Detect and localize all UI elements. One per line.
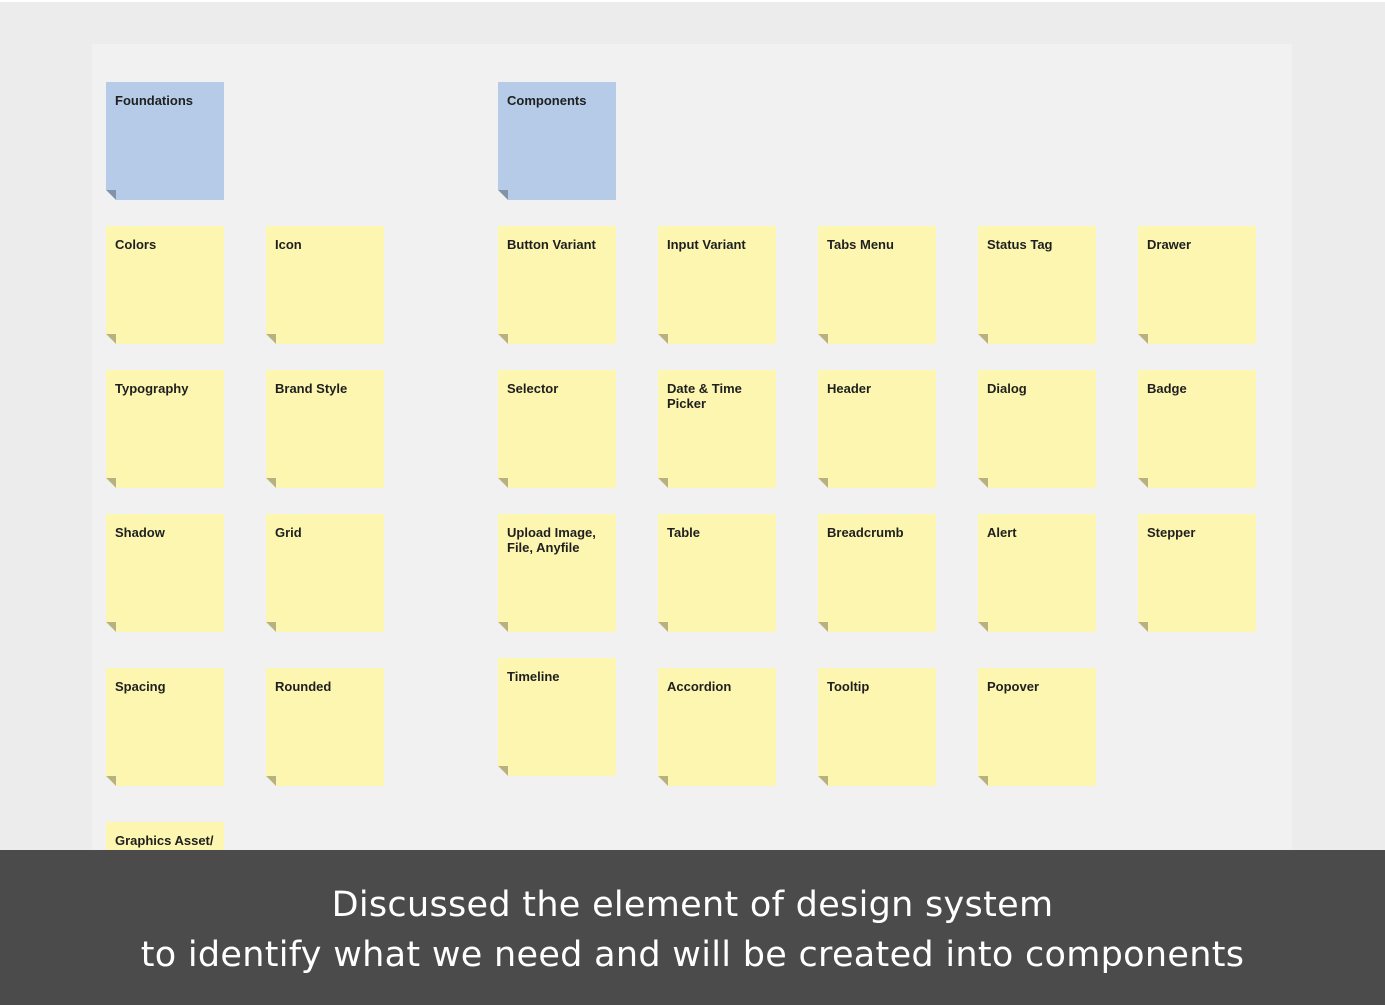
fold-corner [1138,334,1148,344]
fold-corner [658,478,668,488]
sticky-label: Accordion [667,679,732,694]
caption-line-2: to identify what we need and will be cre… [140,935,1245,975]
sticky-selector[interactable]: Selector [498,370,616,488]
sticky-breadcrumb[interactable]: Breadcrumb [818,514,936,632]
sticky-label: Input Variant [667,237,746,252]
sticky-icon[interactable]: Icon [266,226,384,344]
sticky-label: Status Tag [987,237,1053,252]
sticky-grid[interactable]: Grid [266,514,384,632]
fold-corner [106,622,116,632]
sticky-colors[interactable]: Colors [106,226,224,344]
fold-corner [658,622,668,632]
sticky-shadow[interactable]: Shadow [106,514,224,632]
sticky-dialog[interactable]: Dialog [978,370,1096,488]
fold-corner [658,334,668,344]
sticky-label: Shadow [115,525,165,540]
sticky-label: Foundations [115,93,193,108]
sticky-timeline[interactable]: Timeline [498,658,616,776]
sticky-label: Graphics Asset/ Stroke [115,833,214,848]
sticky-label: Components [507,93,587,108]
fold-corner [1138,478,1148,488]
sticky-label: Spacing [115,679,166,694]
sticky-label: Badge [1147,381,1187,396]
sticky-label: Selector [507,381,559,396]
sticky-label: Drawer [1147,237,1192,252]
sticky-brand-style[interactable]: Brand Style [266,370,384,488]
sticky-label: Grid [275,525,302,540]
fold-corner [498,190,508,200]
fold-corner [498,334,508,344]
sticky-tabs-menu[interactable]: Tabs Menu [818,226,936,344]
fold-corner [978,334,988,344]
fold-corner [978,622,988,632]
sticky-label: Header [827,381,872,396]
sticky-tooltip[interactable]: Tooltip [818,668,936,786]
sticky-foundations-header[interactable]: Foundations [106,82,224,200]
sticky-label: Icon [275,237,302,252]
sticky-label: Upload Image, File, Anyfile [507,525,596,555]
sticky-date-time-picker[interactable]: Date & Time Picker [658,370,776,488]
fold-corner [498,766,508,776]
fold-corner [818,776,828,786]
sticky-label: Tabs Menu [827,237,894,252]
sticky-label: Colors [115,237,157,252]
sticky-drawer[interactable]: Drawer [1138,226,1256,344]
sticky-table[interactable]: Table [658,514,776,632]
sticky-label: Button Variant [507,237,596,252]
fold-corner [658,776,668,786]
fold-corner [106,334,116,344]
fold-corner [266,478,276,488]
sticky-badge[interactable]: Badge [1138,370,1256,488]
sticky-label: Typography [115,381,189,396]
sticky-label: Rounded [275,679,332,694]
sticky-alert[interactable]: Alert [978,514,1096,632]
sticky-graphics-asset[interactable]: Graphics Asset/ Stroke [106,822,224,850]
sticky-stepper[interactable]: Stepper [1138,514,1256,632]
sticky-label: Stepper [1147,525,1196,540]
sticky-accordion[interactable]: Accordion [658,668,776,786]
sticky-status-tag[interactable]: Status Tag [978,226,1096,344]
sticky-rounded[interactable]: Rounded [266,668,384,786]
sticky-input-variant[interactable]: Input Variant [658,226,776,344]
fold-corner [266,776,276,786]
sticky-popover[interactable]: Popover [978,668,1096,786]
fold-corner [818,622,828,632]
sticky-label: Breadcrumb [827,525,904,540]
fold-corner [498,478,508,488]
sticky-label: Tooltip [827,679,870,694]
fold-corner [106,190,116,200]
fold-corner [978,478,988,488]
whiteboard-canvas[interactable]: Foundations Components Colors Icon Typog… [0,2,1385,850]
fold-corner [978,776,988,786]
sticky-label: Brand Style [275,381,348,396]
sticky-label: Timeline [507,669,560,684]
sticky-label: Alert [987,525,1017,540]
sticky-label: Dialog [987,381,1027,396]
sticky-components-header[interactable]: Components [498,82,616,200]
sticky-label: Popover [987,679,1040,694]
sticky-header[interactable]: Header [818,370,936,488]
sticky-upload[interactable]: Upload Image, File, Anyfile [498,514,616,632]
sticky-label: Date & Time Picker [667,381,742,411]
fold-corner [266,622,276,632]
caption-banner: Discussed the element of design system t… [0,850,1385,1005]
sticky-typography[interactable]: Typography [106,370,224,488]
sticky-button-variant[interactable]: Button Variant [498,226,616,344]
fold-corner [818,478,828,488]
sticky-label: Table [667,525,700,540]
fold-corner [498,622,508,632]
sticky-spacing[interactable]: Spacing [106,668,224,786]
fold-corner [1138,622,1148,632]
fold-corner [818,334,828,344]
caption-line-1: Discussed the element of design system [331,885,1054,925]
fold-corner [106,478,116,488]
board-frame: Foundations Components Colors Icon Typog… [92,44,1292,850]
fold-corner [106,776,116,786]
fold-corner [266,334,276,344]
